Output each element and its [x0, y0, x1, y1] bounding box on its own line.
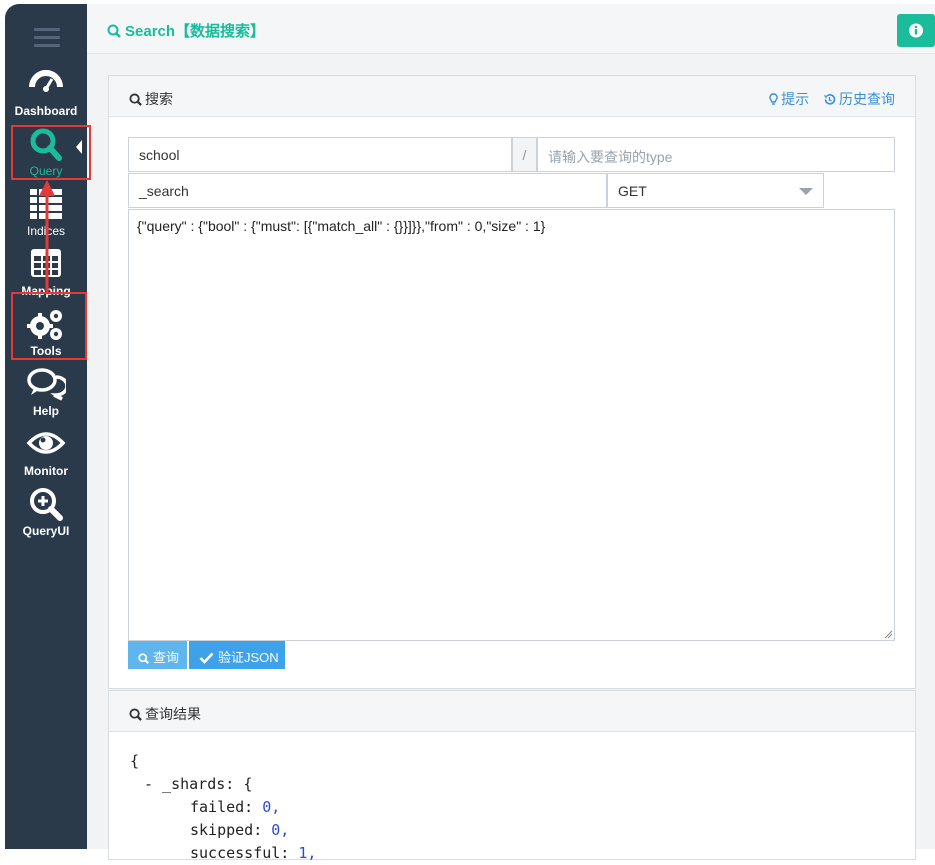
- search-icon: [138, 653, 149, 664]
- sidebar-item-label: Monitor: [24, 464, 68, 478]
- query-body-text: {"query" : {"bool" : {"must": [{"match_a…: [137, 218, 546, 234]
- json-line: failed: 0,: [130, 796, 316, 819]
- chevron-down-icon: [799, 188, 813, 195]
- page-title: Search【数据搜索】: [107, 20, 265, 41]
- sidebar-item-label: Dashboard: [14, 104, 78, 118]
- endpoint-input[interactable]: _search: [128, 173, 607, 208]
- query-body-textarea[interactable]: {"query" : {"bool" : {"must": [{"match_a…: [128, 209, 895, 641]
- lightbulb-icon: [769, 93, 778, 105]
- sidebar-item-label: Help: [32, 404, 59, 418]
- method-select-value: GET: [618, 183, 647, 199]
- result-panel-title: 查询结果: [129, 704, 201, 724]
- json-key: skipped:: [190, 821, 263, 839]
- highlight-box-tools: [11, 292, 87, 360]
- page-header: Search【数据搜索】: [87, 4, 935, 54]
- sidebar-item-monitor[interactable]: Monitor: [5, 426, 87, 484]
- hint-link[interactable]: 提示: [769, 91, 813, 107]
- header-links: 提示 历史查询: [759, 89, 895, 109]
- sidebar-item-dashboard[interactable]: Dashboard: [5, 66, 87, 124]
- json-key: successful:: [190, 844, 290, 862]
- resize-handle-icon[interactable]: [884, 630, 893, 639]
- query-button-label: 查询: [153, 650, 180, 665]
- json-value: 0,: [271, 821, 290, 839]
- query-button[interactable]: 查询: [128, 641, 188, 669]
- hint-link-label: 提示: [781, 91, 810, 107]
- comments-icon: [27, 368, 66, 401]
- method-select[interactable]: GET: [607, 173, 824, 208]
- menu-toggle-icon[interactable]: [34, 28, 60, 50]
- search-icon: [129, 708, 142, 721]
- index-input[interactable]: school: [128, 137, 512, 172]
- sidebar-item-queryui[interactable]: QueryUI: [5, 486, 87, 544]
- json-line[interactable]: - _shards: {: [130, 773, 316, 796]
- sidebar-item-help[interactable]: Help: [5, 366, 87, 424]
- json-value: 0,: [262, 798, 281, 816]
- highlight-box-query: [11, 125, 91, 180]
- search-icon: [129, 93, 142, 106]
- eye-icon: [26, 432, 66, 454]
- page-title-text: Search【数据搜索】: [125, 23, 266, 40]
- history-link-label: 历史查询: [839, 91, 895, 107]
- check-icon: [199, 652, 214, 664]
- sidebar-item-label: QueryUI: [22, 524, 70, 538]
- result-panel-header: 查询结果: [109, 691, 915, 732]
- result-json-viewer: { - _shards: { failed: 0, skipped: 0, su…: [130, 750, 316, 865]
- search-panel-title-text: 搜索: [145, 91, 173, 107]
- search-panel-title: 搜索: [129, 89, 173, 109]
- search-panel-header: 搜索 提示 历史查询: [109, 76, 915, 117]
- json-line: skipped: 0,: [130, 819, 316, 842]
- validate-json-label: 验证JSON: [218, 650, 279, 665]
- json-value: 1,: [298, 844, 317, 862]
- history-icon: [824, 94, 836, 105]
- app-frame: Dashboard Query Indices: [0, 0, 935, 862]
- json-key: failed:: [190, 798, 254, 816]
- type-input[interactable]: 请输入要查询的type: [537, 137, 895, 172]
- search-icon: [107, 24, 121, 38]
- info-button[interactable]: [897, 14, 935, 47]
- history-link[interactable]: 历史查询: [823, 91, 895, 107]
- path-separator: /: [512, 137, 537, 172]
- info-icon: [909, 23, 923, 38]
- arrow-icon: [39, 180, 55, 294]
- json-line: {: [130, 752, 140, 770]
- validate-json-button[interactable]: 验证JSON: [189, 641, 285, 669]
- result-panel-title-text: 查询结果: [145, 706, 201, 722]
- dashboard-icon: [29, 70, 63, 101]
- json-line: successful: 1,: [130, 842, 316, 865]
- zoom-in-icon: [30, 488, 63, 521]
